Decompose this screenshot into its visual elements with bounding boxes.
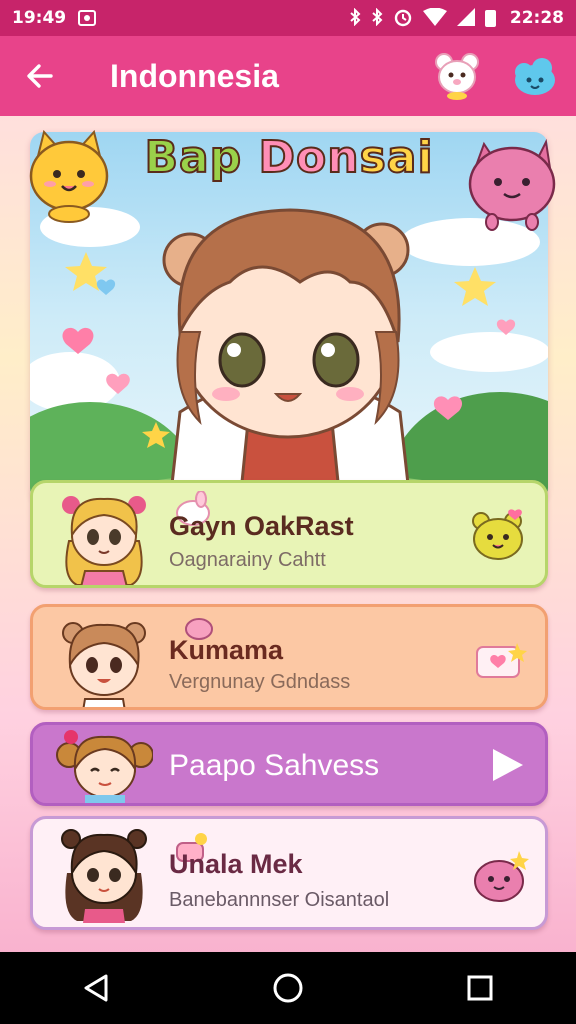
character-card-1[interactable]: Gayn OakRast Oagnarainy Cahtt: [30, 480, 548, 588]
cloud-icon: [515, 58, 555, 95]
dark-hair-girl-avatar: [61, 829, 147, 923]
character-card-3[interactable]: Paapo Sahvess: [30, 722, 548, 806]
wifi-icon: [422, 7, 447, 29]
bear-button[interactable]: [432, 50, 482, 100]
arrow-left-icon: [27, 64, 53, 88]
page-title: Indonnesia: [110, 57, 279, 94]
character-name: Gayn OakRast: [169, 511, 354, 541]
circle-home-icon: [273, 973, 303, 1003]
status-icons: 22:28: [349, 7, 564, 30]
system-nav-bar: [0, 952, 576, 1024]
status-bar: 19:49 22:28: [0, 0, 576, 36]
play-button[interactable]: [487, 745, 527, 785]
character-name: Kumama: [169, 635, 284, 665]
bear-icon: [435, 53, 479, 100]
yellow-bear-sticker-icon: [472, 509, 523, 560]
triangle-back-icon: [84, 974, 108, 1002]
character-name: Unala Mek: [169, 849, 303, 879]
alarm-icon: [393, 7, 413, 30]
back-button[interactable]: [0, 36, 80, 116]
pigtail-girl-avatar: [56, 730, 153, 803]
status-time-left: 19:49: [12, 8, 67, 28]
square-recents-icon: [467, 975, 493, 1001]
nav-home-button[interactable]: [258, 958, 318, 1018]
app-bar: Indonnesia: [0, 36, 576, 116]
battery-icon: [484, 9, 496, 27]
bluetooth-icon: [349, 7, 361, 29]
character-name: Paapo Sahvess: [169, 749, 380, 782]
hero-title-part-2: Don: [257, 132, 360, 184]
hero-title-part-1: Bap: [143, 132, 243, 184]
pink-creature-mascot-icon: [468, 138, 556, 231]
character-subtitle: Vergnunay Gdndass: [169, 671, 351, 693]
yellow-cat-mascot-icon: [29, 129, 109, 223]
cloud-button[interactable]: [510, 54, 560, 100]
status-time-right: 22:28: [509, 8, 564, 28]
signal-icon: [456, 7, 475, 29]
character-card-2[interactable]: Kumama Vergnunay Gdndass: [30, 604, 548, 710]
hero-title-part-3: sai: [359, 132, 434, 184]
character-subtitle: Oagnarainy Cahtt: [169, 549, 326, 571]
nav-back-button[interactable]: [66, 958, 126, 1018]
brown-hair-girl-avatar: [62, 622, 146, 707]
love-letter-icon: [476, 643, 527, 678]
pink-blob-sticker-icon: [474, 851, 529, 902]
play-icon: [493, 749, 523, 781]
character-subtitle: Banebannnser Oisantaol: [169, 889, 390, 911]
nav-recents-button[interactable]: [450, 958, 510, 1018]
notification-icon: [78, 10, 97, 26]
character-card-4[interactable]: Unala Mek Banebannnser Oisantaol: [30, 816, 548, 930]
blonde-girl-avatar: [62, 496, 146, 585]
bluetooth-icon: [371, 7, 383, 29]
